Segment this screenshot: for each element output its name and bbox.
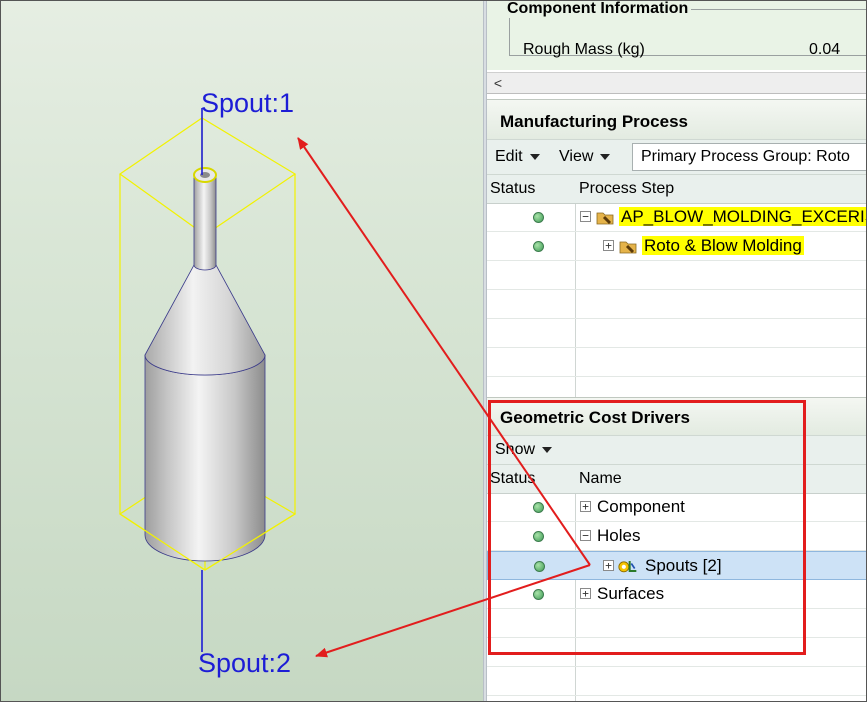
status-column-header[interactable]: Status <box>490 175 535 203</box>
bottle-shoulder <box>144 264 266 376</box>
name-column-header[interactable]: Name <box>579 465 622 493</box>
process-icon <box>619 241 637 254</box>
geometric-cost-drivers-toolbar: Show <box>487 435 867 465</box>
tree-row-label: Roto & Blow Molding <box>642 236 804 255</box>
status-ok-icon <box>533 241 544 252</box>
show-menu-button[interactable]: Show <box>495 436 553 464</box>
tree-row-label: Holes <box>597 526 641 545</box>
expand-icon[interactable]: + <box>603 240 614 251</box>
spout-1-label: Spout:1 <box>201 88 295 118</box>
manufacturing-process-title: Manufacturing Process <box>487 99 867 139</box>
bottle-body <box>144 354 266 562</box>
tree-row-spouts[interactable]: + Spouts [2] <box>487 551 867 580</box>
status-ok-icon <box>533 502 544 513</box>
horizontal-scrollbar[interactable]: < <box>487 72 867 94</box>
tree-row-label: Surfaces <box>597 584 665 603</box>
status-column-header[interactable]: Status <box>490 465 535 493</box>
tree-row-roto-blow-molding[interactable]: + Roto & Blow Molding <box>487 232 867 261</box>
tree-row-label: Component <box>597 497 685 516</box>
cost-driver-grid: Status Name + Component − Holes + Spouts… <box>487 465 867 702</box>
tree-row-component[interactable]: + Component <box>487 493 867 522</box>
status-ok-icon <box>533 212 544 223</box>
cost-driver-grid-header: Status Name <box>487 465 867 494</box>
tree-row-label: AP_BLOW_MOLDING_EXCERISE <box>619 203 867 231</box>
side-panels: Component Information Rough Mass (kg) 0.… <box>487 0 867 702</box>
tree-row-holes[interactable]: − Holes <box>487 522 867 551</box>
expand-icon[interactable]: + <box>580 588 591 599</box>
rough-mass-label: Rough Mass (kg) <box>523 41 645 58</box>
collapse-icon[interactable]: − <box>580 530 591 541</box>
rough-mass-value: 0.04 <box>809 41 841 58</box>
tree-row-label: Spouts [2] <box>645 556 722 575</box>
geometric-cost-drivers-title: Geometric Cost Drivers <box>487 397 867 435</box>
status-ok-icon <box>533 531 544 542</box>
spout-2-label: Spout:2 <box>198 648 292 678</box>
edit-caret-icon <box>529 153 540 160</box>
model-viewport[interactable]: Spout:1 Spout:2 <box>0 0 483 702</box>
process-step-column-header[interactable]: Process Step <box>579 175 674 203</box>
tree-row-ap-blow-molding[interactable]: − AP_BLOW_MOLDING_EXCERISE <box>487 203 867 232</box>
edit-menu-button[interactable]: Edit <box>495 140 540 174</box>
expand-icon[interactable]: + <box>603 560 614 571</box>
expand-icon[interactable]: + <box>580 501 591 512</box>
status-ok-icon <box>534 561 545 572</box>
process-grid-header: Status Process Step <box>487 175 867 204</box>
scroll-left-arrow-icon[interactable]: < <box>489 73 507 93</box>
collapse-icon[interactable]: − <box>580 211 591 222</box>
tree-row-surfaces[interactable]: + Surfaces <box>487 580 867 609</box>
view-caret-icon <box>600 153 611 160</box>
view-menu-button[interactable]: View <box>559 140 611 174</box>
manufacturing-process-toolbar: Edit View Primary Process Group: Roto <box>487 139 867 175</box>
show-caret-icon <box>542 446 553 453</box>
process-group-selector[interactable]: Primary Process Group: Roto <box>632 143 867 171</box>
process-step-grid: Status Process Step − AP_BLOW_MOLDING_EX… <box>487 175 867 397</box>
component-information-title: Component Information <box>504 0 692 18</box>
spout-feature-icon <box>618 561 637 573</box>
process-group-icon <box>596 212 614 225</box>
component-information-panel: Component Information Rough Mass (kg) 0.… <box>487 0 867 70</box>
bottle-neck <box>193 174 217 271</box>
status-ok-icon <box>533 589 544 600</box>
